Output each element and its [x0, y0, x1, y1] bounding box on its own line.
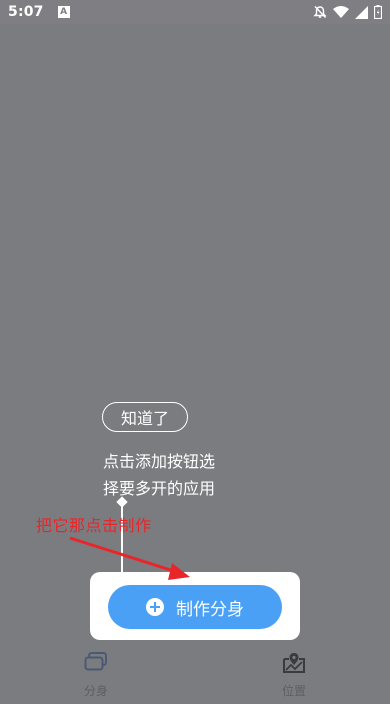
battery-icon — [374, 5, 382, 19]
clone-cards-icon — [84, 652, 108, 676]
make-clone-label: 制作分身 — [176, 599, 244, 620]
map-pin-icon — [282, 651, 306, 677]
nav-label-clones: 分身 — [83, 684, 108, 698]
annotation-text: 把它那点击制作 — [36, 516, 152, 535]
guide-hint-line-1: 点击添加按钮选 — [103, 452, 216, 471]
nav-item-location[interactable]: 位置 — [264, 650, 324, 699]
status-bar: 5:07 A — [0, 0, 390, 24]
plus-circle-icon — [146, 598, 164, 616]
guide-hint-line-2: 择要多开的应用 — [103, 479, 216, 498]
got-it-button[interactable]: 知道了 — [102, 402, 188, 432]
make-clone-button[interactable]: 制作分身 — [108, 585, 282, 629]
status-icons — [313, 5, 382, 19]
status-time: 5:07 — [8, 4, 44, 20]
bottom-nav: 分身 位置 — [0, 644, 390, 704]
mute-bell-icon — [313, 5, 327, 19]
nav-label-location: 位置 — [281, 684, 306, 698]
notification-a-icon: A — [57, 6, 70, 18]
guide-hint-text: 点击添加按钮选 择要多开的应用 — [103, 448, 253, 502]
wifi-icon — [333, 5, 349, 19]
signal-icon — [355, 5, 368, 19]
nav-item-clones[interactable]: 分身 — [66, 650, 126, 699]
